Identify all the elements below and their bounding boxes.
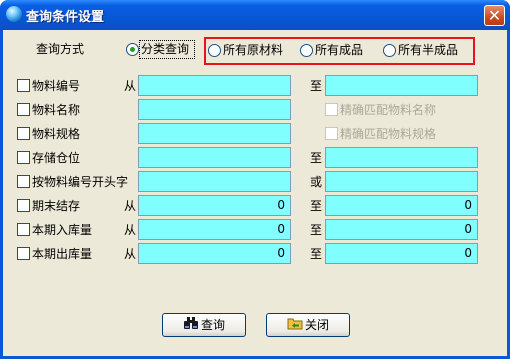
code-prefix-label: 按物料编号开头字 [32, 175, 129, 189]
material-spec-input[interactable] [138, 123, 291, 144]
ending-balance-from-input[interactable]: 0 [138, 195, 291, 216]
material-code-label: 物料编号 [32, 79, 81, 93]
ending-balance-label: 期末结存 [32, 199, 81, 213]
code-prefix-input[interactable] [138, 171, 291, 192]
storage-location-checkbox[interactable] [17, 151, 30, 164]
code-prefix-checkbox[interactable] [17, 175, 30, 188]
period-outbound-to-input[interactable]: 0 [325, 243, 478, 264]
material-name-label: 物料名称 [32, 103, 81, 117]
radio-label-category: 分类查询 [141, 42, 190, 56]
from-label: 从 [124, 223, 137, 237]
storage-location-to-input[interactable] [325, 147, 478, 168]
radio-label-finished: 所有成品 [315, 43, 364, 57]
material-spec-checkbox[interactable] [17, 127, 30, 140]
query-mode-label: 查询方式 [36, 42, 85, 56]
radio-button[interactable] [300, 44, 313, 57]
storage-location-label: 存储仓位 [32, 151, 81, 165]
to-label: 至 [310, 199, 323, 213]
radio-button[interactable] [383, 44, 396, 57]
from-label: 从 [124, 79, 137, 93]
material-code-to-input[interactable] [325, 75, 478, 96]
material-spec-label: 物料规格 [32, 127, 81, 141]
exact-name-checkbox[interactable] [325, 103, 338, 116]
period-inbound-to-input[interactable]: 0 [325, 219, 478, 240]
to-label: 至 [310, 151, 323, 165]
material-code-checkbox[interactable] [17, 79, 30, 92]
radio-label-semi: 所有半成品 [398, 43, 459, 57]
code-prefix-alt-input[interactable] [325, 171, 478, 192]
close-window-button[interactable]: ✕ [484, 5, 505, 26]
to-label: 至 [310, 79, 323, 93]
period-inbound-label: 本期入库量 [32, 223, 93, 237]
period-outbound-checkbox[interactable] [17, 247, 30, 260]
from-label: 从 [124, 199, 137, 213]
dialog-body: 查询方式 分类查询 所有原材料 所有成品 所有半成品 物料编号 从 至 物料名称 [3, 30, 507, 356]
dialog-window: 查询条件设置 ✕ 查询方式 分类查询 所有原材料 所有成品 所有半成品 物料编号… [0, 0, 510, 359]
title-bar[interactable]: 查询条件设置 ✕ [0, 0, 510, 30]
close-button[interactable]: 关闭 [266, 313, 350, 337]
exact-name-label: 精确匹配物料名称 [340, 103, 437, 117]
period-outbound-label: 本期出库量 [32, 247, 93, 261]
or-label: 或 [310, 175, 323, 189]
binoculars-icon [183, 315, 199, 337]
material-name-checkbox[interactable] [17, 103, 30, 116]
app-globe-icon [6, 6, 22, 22]
material-name-input[interactable] [138, 99, 291, 120]
from-label: 从 [124, 247, 137, 261]
radio-label-raw: 所有原材料 [223, 43, 284, 57]
ending-balance-checkbox[interactable] [17, 199, 30, 212]
period-inbound-from-input[interactable]: 0 [138, 219, 291, 240]
to-label: 至 [310, 247, 323, 261]
exact-spec-label: 精确匹配物料规格 [340, 127, 437, 141]
window-title: 查询条件设置 [26, 10, 105, 25]
to-label: 至 [310, 223, 323, 237]
storage-location-from-input[interactable] [138, 147, 291, 168]
query-button[interactable]: 查询 [162, 313, 246, 337]
query-button-label: 查询 [200, 318, 225, 332]
period-outbound-from-input[interactable]: 0 [138, 243, 291, 264]
period-inbound-checkbox[interactable] [17, 223, 30, 236]
exact-spec-checkbox[interactable] [325, 127, 338, 140]
radio-button[interactable] [208, 44, 221, 57]
ending-balance-to-input[interactable]: 0 [325, 195, 478, 216]
exit-folder-icon [287, 315, 303, 337]
radio-button[interactable] [126, 43, 139, 56]
close-button-label: 关闭 [304, 318, 329, 332]
material-code-from-input[interactable] [138, 75, 291, 96]
